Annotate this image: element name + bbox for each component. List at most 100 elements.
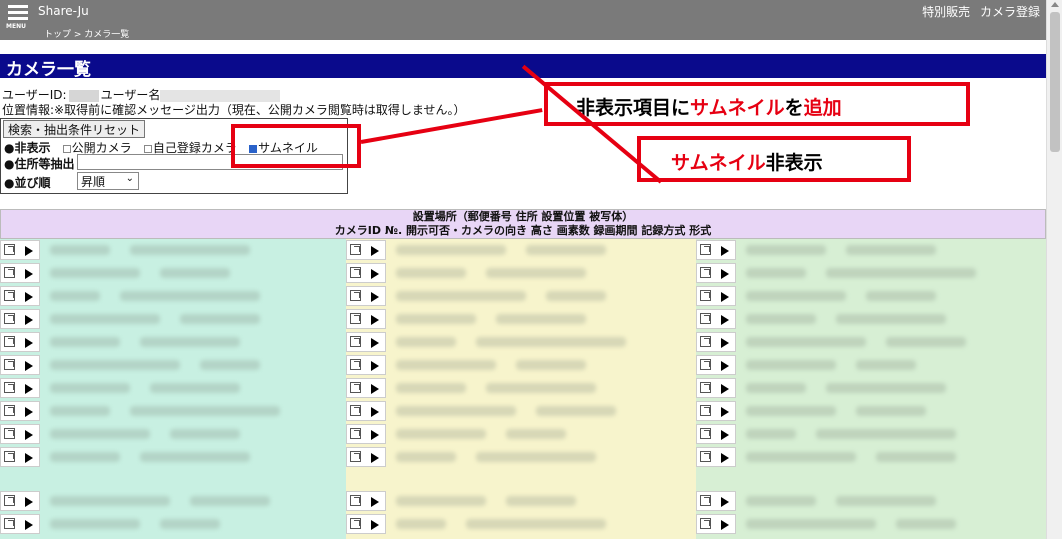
open-external-icon[interactable] — [4, 518, 15, 529]
open-external-icon[interactable] — [4, 267, 15, 278]
open-external-icon[interactable] — [4, 290, 15, 301]
open-external-icon[interactable] — [700, 518, 711, 529]
open-external-icon[interactable] — [350, 313, 361, 324]
play-icon[interactable] — [371, 384, 379, 394]
play-icon[interactable] — [721, 384, 729, 394]
play-icon[interactable] — [371, 315, 379, 325]
option-self-registered-camera[interactable]: 自己登録カメラ — [143, 141, 237, 155]
option-public-camera[interactable]: 公開カメラ — [62, 141, 132, 155]
play-icon[interactable] — [721, 453, 729, 463]
open-external-icon[interactable] — [350, 336, 361, 347]
menu-button[interactable]: MENU — [6, 3, 32, 33]
play-icon[interactable] — [371, 292, 379, 302]
checkbox-icon[interactable] — [62, 144, 71, 153]
scroll-up-icon[interactable] — [1051, 2, 1059, 7]
open-external-icon[interactable] — [350, 244, 361, 255]
open-external-icon[interactable] — [700, 244, 711, 255]
vertical-scrollbar[interactable] — [1046, 0, 1062, 539]
camera-row — [0, 262, 346, 284]
play-icon[interactable] — [371, 520, 379, 530]
camera-row-actions — [0, 491, 40, 511]
open-external-icon[interactable] — [4, 382, 15, 393]
open-external-icon[interactable] — [700, 382, 711, 393]
play-icon[interactable] — [721, 269, 729, 279]
brand-name[interactable]: Share-Ju — [38, 4, 89, 18]
redacted-text — [50, 429, 150, 439]
open-external-icon[interactable] — [350, 382, 361, 393]
play-icon[interactable] — [721, 361, 729, 371]
play-icon[interactable] — [25, 269, 33, 279]
open-external-icon[interactable] — [700, 313, 711, 324]
play-icon[interactable] — [721, 246, 729, 256]
open-external-icon[interactable] — [350, 405, 361, 416]
open-external-icon[interactable] — [700, 290, 711, 301]
open-external-icon[interactable] — [700, 405, 711, 416]
open-external-icon[interactable] — [700, 267, 711, 278]
play-icon[interactable] — [371, 269, 379, 279]
play-icon[interactable] — [25, 384, 33, 394]
breadcrumb[interactable]: トップ > カメラ一覧 — [44, 27, 129, 40]
play-icon[interactable] — [721, 520, 729, 530]
open-external-icon[interactable] — [4, 405, 15, 416]
open-external-icon[interactable] — [350, 267, 361, 278]
open-external-icon[interactable] — [700, 428, 711, 439]
play-icon[interactable] — [721, 497, 729, 507]
open-external-icon[interactable] — [4, 336, 15, 347]
play-icon[interactable] — [25, 361, 33, 371]
play-icon[interactable] — [371, 246, 379, 256]
redacted-text — [746, 314, 816, 324]
open-external-icon[interactable] — [4, 313, 15, 324]
play-icon[interactable] — [721, 407, 729, 417]
open-external-icon[interactable] — [4, 359, 15, 370]
camera-row — [696, 423, 1046, 445]
play-icon[interactable] — [25, 315, 33, 325]
play-icon[interactable] — [25, 453, 33, 463]
camera-row-actions — [696, 424, 736, 444]
camera-register-link[interactable]: カメラ登録 — [980, 5, 1040, 19]
play-icon[interactable] — [25, 292, 33, 302]
redacted-text — [50, 314, 160, 324]
play-icon[interactable] — [721, 315, 729, 325]
open-external-icon[interactable] — [350, 518, 361, 529]
open-external-icon[interactable] — [700, 451, 711, 462]
play-icon[interactable] — [25, 246, 33, 256]
open-external-icon[interactable] — [700, 359, 711, 370]
redacted-text — [516, 360, 586, 370]
open-external-icon[interactable] — [4, 451, 15, 462]
open-external-icon[interactable] — [350, 290, 361, 301]
play-icon[interactable] — [371, 407, 379, 417]
play-icon[interactable] — [25, 430, 33, 440]
play-icon[interactable] — [721, 338, 729, 348]
open-external-icon[interactable] — [4, 428, 15, 439]
open-external-icon[interactable] — [350, 451, 361, 462]
play-icon[interactable] — [371, 361, 379, 371]
play-icon[interactable] — [25, 497, 33, 507]
camera-row-actions — [0, 514, 40, 534]
open-external-icon[interactable] — [350, 428, 361, 439]
play-icon[interactable] — [25, 407, 33, 417]
open-external-icon[interactable] — [350, 359, 361, 370]
scrollbar-thumb[interactable] — [1050, 12, 1060, 152]
open-external-icon[interactable] — [4, 495, 15, 506]
open-external-icon[interactable] — [4, 244, 15, 255]
sort-label: ●並び順 — [4, 176, 51, 190]
play-icon[interactable] — [721, 430, 729, 440]
redacted-text — [856, 406, 926, 416]
play-icon[interactable] — [25, 338, 33, 348]
sort-order-select[interactable]: 昇順 ⌄ — [77, 172, 139, 190]
redacted-text — [160, 268, 230, 278]
play-icon[interactable] — [25, 520, 33, 530]
play-icon[interactable] — [721, 292, 729, 302]
option-label: 公開カメラ — [71, 141, 132, 155]
play-icon[interactable] — [371, 497, 379, 507]
checkbox-icon[interactable] — [143, 144, 152, 153]
open-external-icon[interactable] — [350, 495, 361, 506]
reset-filter-button[interactable]: 検索・抽出条件リセット — [3, 120, 146, 138]
play-icon[interactable] — [371, 338, 379, 348]
open-external-icon[interactable] — [700, 495, 711, 506]
special-sale-link[interactable]: 特別販売 — [922, 5, 970, 19]
play-icon[interactable] — [371, 430, 379, 440]
open-external-icon[interactable] — [700, 336, 711, 347]
redacted-text — [396, 496, 486, 506]
play-icon[interactable] — [371, 453, 379, 463]
